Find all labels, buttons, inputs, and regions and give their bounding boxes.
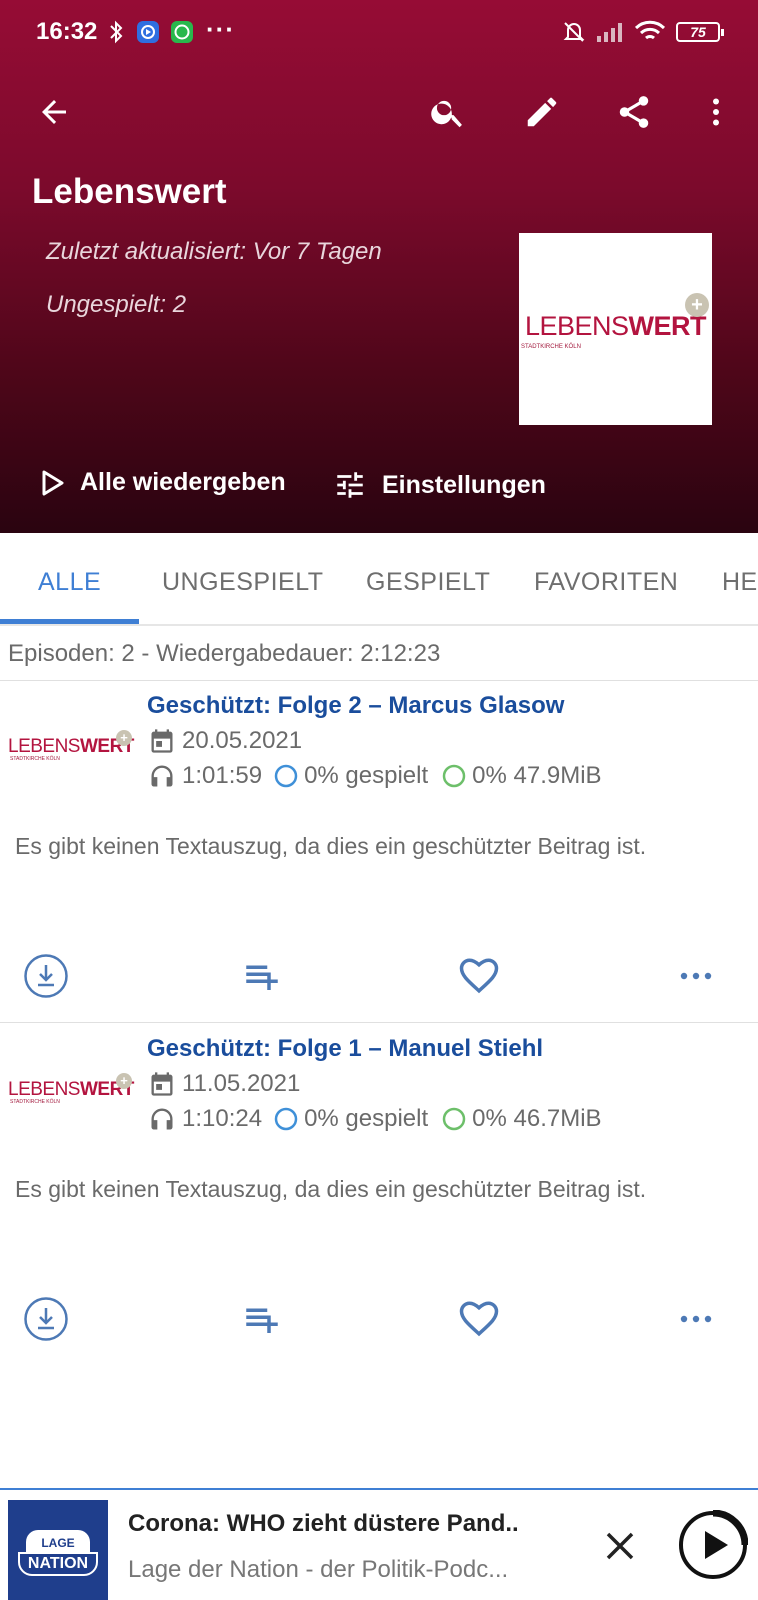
episode-date: 20.05.2021 bbox=[182, 727, 303, 754]
podcast-cover: LEBENSWERT STADTKIRCHE KÖLN + bbox=[519, 233, 712, 425]
episode-download-size: 0% 46.7MiB bbox=[472, 1105, 602, 1132]
download-icon bbox=[23, 1296, 69, 1342]
episode-title[interactable]: Geschützt: Folge 1 – Manuel Stiehl bbox=[147, 1035, 543, 1063]
share-icon[interactable] bbox=[610, 88, 658, 136]
more-horiz-icon bbox=[678, 1313, 714, 1325]
tab-gespielt[interactable]: GESPIELT bbox=[366, 568, 490, 597]
app-notification-icon bbox=[136, 20, 160, 49]
bluetooth-icon bbox=[108, 20, 124, 49]
battery-indicator: 75 bbox=[676, 22, 724, 42]
episode-thumbnail: LEBENSWERT STADTKIRCHE KÖLN + bbox=[8, 730, 134, 762]
add-to-queue-button[interactable] bbox=[236, 950, 288, 1002]
download-icon bbox=[23, 953, 69, 999]
download-button[interactable] bbox=[20, 1293, 72, 1345]
player-episode-title[interactable]: Corona: WHO zieht düstere Pand.. bbox=[128, 1510, 519, 1538]
player-art-top: LAGE bbox=[26, 1530, 90, 1554]
episode-played: 0% gespielt bbox=[304, 762, 429, 789]
played-circle-icon bbox=[274, 764, 304, 788]
play-all-label: Alle wiedergeben bbox=[80, 468, 286, 496]
episode-played: 0% gespielt bbox=[304, 1105, 429, 1132]
last-updated: Zuletzt aktualisiert: Vor 7 Tagen bbox=[46, 238, 382, 265]
download-button[interactable] bbox=[20, 950, 72, 1002]
player-play-button[interactable] bbox=[676, 1508, 750, 1582]
episode-info-row: 1:10:24 0% gespielt 0% 46.7MiB bbox=[148, 1105, 602, 1133]
settings-button[interactable]: Einstellungen bbox=[332, 468, 546, 502]
whatsapp-icon bbox=[170, 20, 194, 49]
download-circle-icon bbox=[442, 1107, 472, 1131]
episode-thumbnail: LEBENSWERT STADTKIRCHE KÖLN + bbox=[8, 1073, 134, 1105]
cover-logo-subtitle: STADTKIRCHE KÖLN bbox=[521, 344, 581, 350]
settings-label: Einstellungen bbox=[382, 470, 546, 499]
wifi-icon bbox=[634, 20, 666, 49]
favorite-button[interactable] bbox=[453, 950, 505, 1002]
play-circle-icon bbox=[678, 1510, 748, 1580]
status-bar: 16:32 ··· 75 bbox=[0, 14, 758, 50]
episode-date-row: 11.05.2021 bbox=[148, 1070, 300, 1098]
download-circle-icon bbox=[442, 764, 472, 788]
unplayed-count: Ungespielt: 2 bbox=[46, 291, 187, 318]
tune-icon bbox=[332, 468, 382, 502]
favorite-button[interactable] bbox=[453, 1293, 505, 1345]
heart-icon bbox=[458, 955, 500, 997]
player-art-bottom: NATION bbox=[18, 1552, 98, 1576]
back-arrow-icon[interactable] bbox=[30, 88, 78, 136]
episode-duration: 1:10:24 bbox=[182, 1105, 263, 1132]
episode-date: 11.05.2021 bbox=[182, 1070, 301, 1097]
more-notifications: ··· bbox=[206, 14, 235, 44]
status-time: 16:32 bbox=[36, 18, 98, 45]
episode-duration: 1:01:59 bbox=[182, 762, 263, 789]
edit-icon[interactable] bbox=[518, 88, 566, 136]
episode-summary: Episoden: 2 - Wiedergabedauer: 2:12:23 bbox=[8, 640, 441, 667]
episode-description: Es gibt keinen Textauszug, da dies ein g… bbox=[15, 833, 647, 859]
mini-player[interactable]: LAGE NATION Corona: WHO zieht düstere Pa… bbox=[0, 1488, 758, 1600]
calendar-icon bbox=[148, 727, 182, 755]
search-icon[interactable] bbox=[424, 88, 472, 136]
play-all-button[interactable]: Alle wiedergeben bbox=[40, 468, 286, 497]
player-podcast-name[interactable]: Lage der Nation - der Politik-Podc... bbox=[128, 1556, 508, 1584]
tab-ungespielt[interactable]: UNGESPIELT bbox=[162, 568, 324, 597]
playlist-add-icon bbox=[241, 955, 283, 997]
headphones-icon bbox=[148, 1105, 182, 1133]
cover-plus-badge: + bbox=[685, 293, 709, 317]
play-icon bbox=[40, 469, 80, 497]
signal-icon bbox=[596, 20, 624, 49]
episode-download-size: 0% 47.9MiB bbox=[472, 762, 602, 789]
player-close-button[interactable] bbox=[596, 1522, 644, 1570]
podcast-title: Lebenswert bbox=[32, 172, 227, 211]
calendar-icon bbox=[148, 1070, 182, 1098]
more-horiz-icon bbox=[678, 970, 714, 982]
episode-more-button[interactable] bbox=[670, 950, 722, 1002]
tab-partial[interactable]: HE bbox=[722, 568, 758, 597]
episode-more-button[interactable] bbox=[670, 1293, 722, 1345]
played-circle-icon bbox=[274, 1107, 304, 1131]
mute-icon bbox=[562, 20, 586, 49]
tab-favoriten[interactable]: FAVORITEN bbox=[534, 568, 678, 597]
playlist-add-icon bbox=[241, 1298, 283, 1340]
heart-icon bbox=[458, 1298, 500, 1340]
active-tab-indicator bbox=[0, 619, 139, 624]
podcast-header: 16:32 ··· 75 Lebenswert Zuletzt aktualis… bbox=[0, 0, 758, 533]
episode-item[interactable]: LEBENSWERT STADTKIRCHE KÖLN + Geschützt:… bbox=[0, 1023, 758, 1363]
player-artwork: LAGE NATION bbox=[8, 1500, 108, 1600]
add-to-queue-button[interactable] bbox=[236, 1293, 288, 1345]
episode-date-row: 20.05.2021 bbox=[148, 727, 302, 755]
cover-logo-text: LEBENSWERT bbox=[524, 311, 707, 341]
more-vert-icon[interactable] bbox=[692, 88, 740, 136]
headphones-icon bbox=[148, 762, 182, 790]
episode-info-row: 1:01:59 0% gespielt 0% 47.9MiB bbox=[148, 762, 602, 790]
close-icon bbox=[605, 1531, 635, 1561]
tab-alle[interactable]: ALLE bbox=[38, 568, 101, 597]
episode-title[interactable]: Geschützt: Folge 2 – Marcus Glasow bbox=[147, 692, 564, 720]
episode-description: Es gibt keinen Textauszug, da dies ein g… bbox=[15, 1176, 647, 1202]
episode-filter-tabs: ALLE UNGESPIELT GESPIELT FAVORITEN HE bbox=[0, 533, 758, 626]
episode-item[interactable]: LEBENSWERT STADTKIRCHE KÖLN + Geschützt:… bbox=[0, 680, 758, 1020]
